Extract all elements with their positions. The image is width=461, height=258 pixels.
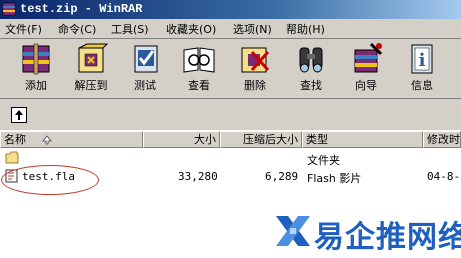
sort-ascending-icon bbox=[42, 135, 52, 145]
view-icon bbox=[183, 47, 215, 73]
test-button[interactable]: 测试 bbox=[121, 42, 169, 97]
column-name[interactable]: 名称 bbox=[0, 131, 143, 148]
column-name-label: 名称 bbox=[4, 133, 26, 146]
up-folder-button[interactable] bbox=[11, 107, 27, 123]
file-packed-size: 6,289 bbox=[265, 170, 299, 183]
view-label: 查看 bbox=[188, 79, 210, 92]
add-archive-icon bbox=[22, 43, 50, 75]
view-button[interactable]: 查看 bbox=[175, 42, 223, 97]
file-row-parent-folder[interactable]: 文件夹 bbox=[0, 150, 461, 167]
x-logo-icon bbox=[276, 216, 310, 246]
wizard-button[interactable]: 向导 bbox=[342, 42, 390, 97]
column-packed[interactable]: 压缩后大小 bbox=[220, 131, 302, 148]
menu-options[interactable]: 选项(N) bbox=[233, 21, 272, 37]
file-modified: 04-8-2 bbox=[427, 170, 461, 183]
menu-tools[interactable]: 工具(S) bbox=[111, 21, 149, 37]
info-button[interactable]: i 信息 bbox=[398, 42, 446, 97]
file-type: 文件夹 bbox=[307, 154, 340, 167]
delete-label: 删除 bbox=[244, 79, 266, 92]
info-label: 信息 bbox=[411, 79, 433, 92]
test-label: 测试 bbox=[134, 79, 156, 92]
delete-button[interactable]: 删除 bbox=[231, 42, 279, 97]
watermark: 易企推网络 bbox=[270, 208, 461, 255]
menu-bar: 文件(F) 命令(C) 工具(S) 收藏夹(O) 选项(N) 帮助(H) bbox=[0, 19, 461, 39]
file-type: Flash 影片 bbox=[307, 172, 362, 185]
column-type[interactable]: 类型 bbox=[302, 131, 423, 148]
delete-icon bbox=[241, 47, 270, 73]
add-button[interactable]: 添加 bbox=[12, 42, 60, 97]
info-icon: i bbox=[411, 44, 433, 74]
find-label: 查找 bbox=[300, 79, 322, 92]
winrar-app-icon bbox=[2, 2, 16, 16]
test-icon bbox=[134, 45, 158, 73]
path-bar bbox=[0, 98, 461, 131]
svg-text:i: i bbox=[419, 50, 426, 71]
add-label: 添加 bbox=[25, 79, 47, 92]
column-modified[interactable]: 修改时 bbox=[423, 131, 461, 148]
window-title: test.zip - WinRAR bbox=[20, 2, 143, 16]
highlight-ellipse bbox=[1, 165, 99, 195]
menu-commands[interactable]: 命令(C) bbox=[58, 21, 96, 37]
up-arrow-icon bbox=[15, 110, 23, 120]
find-button[interactable]: 查找 bbox=[287, 42, 335, 97]
wizard-label: 向导 bbox=[355, 79, 377, 92]
title-bar: test.zip - WinRAR bbox=[0, 0, 461, 19]
toolbar: 添加 解压到 测试 查看 删除 查找 向导 i 信息 bbox=[0, 38, 461, 99]
wizard-icon bbox=[354, 42, 383, 73]
watermark-text: 易企推网络 bbox=[314, 220, 461, 255]
menu-help[interactable]: 帮助(H) bbox=[286, 21, 325, 37]
extract-to-button[interactable]: 解压到 bbox=[67, 42, 115, 97]
column-size[interactable]: 大小 bbox=[143, 131, 220, 148]
file-list-header: 名称 大小 压缩后大小 类型 修改时 bbox=[0, 131, 461, 148]
extract-to-icon bbox=[78, 43, 108, 73]
menu-favorites[interactable]: 收藏夹(O) bbox=[166, 21, 216, 37]
extract-to-label: 解压到 bbox=[74, 79, 108, 92]
file-size: 33,280 bbox=[178, 170, 218, 183]
menu-file[interactable]: 文件(F) bbox=[5, 21, 42, 37]
folder-icon bbox=[5, 151, 19, 164]
find-icon bbox=[299, 47, 323, 73]
